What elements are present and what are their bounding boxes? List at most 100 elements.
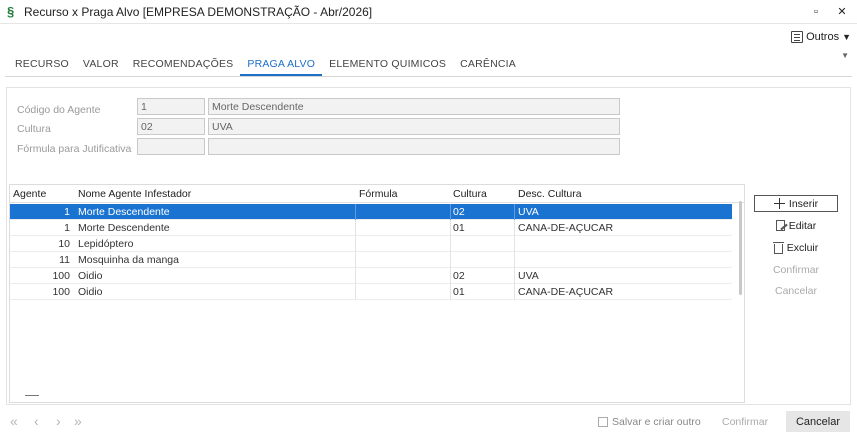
formula-justificativa-label: Fórmula para Jutificativa — [17, 143, 132, 155]
col-divider — [450, 268, 451, 284]
col-divider — [355, 204, 356, 220]
codigo-agente-desc-field: Morte Descendente — [208, 98, 620, 115]
outros-menu-button[interactable]: Outros ▼ — [791, 28, 851, 46]
close-button[interactable]: ✕ — [832, 3, 852, 21]
tab-praga-alvo[interactable]: PRAGA ALVO — [240, 54, 323, 76]
nav-last-icon[interactable]: » — [74, 413, 82, 429]
table-row[interactable]: 11 Mosquinha da manga — [10, 252, 732, 268]
editar-button[interactable]: Editar — [754, 217, 838, 234]
col-nome-header[interactable]: Nome Agente Infestador — [78, 188, 191, 200]
editar-label: Editar — [788, 219, 817, 232]
checkbox-box[interactable] — [598, 417, 608, 427]
tab-recomendacoes[interactable]: RECOMENDAÇÕES — [126, 54, 241, 76]
inserir-button[interactable]: Inserir — [754, 195, 838, 212]
table-row[interactable]: 100 Oidio 01 CANA-DE-AÇUCAR — [10, 284, 732, 300]
col-divider — [514, 284, 515, 300]
cell-desc-cultura: CANA-DE-AÇUCAR — [518, 286, 614, 298]
minimize-button[interactable]: ▫ — [806, 3, 826, 21]
list-icon — [791, 31, 804, 43]
tabs-scroll-icon[interactable]: ▼ — [841, 51, 849, 60]
col-divider — [450, 204, 451, 220]
tabs-divider — [5, 76, 852, 77]
cell-cultura: 02 — [453, 270, 465, 282]
tab-carencia[interactable]: CARÊNCIA — [453, 54, 523, 76]
excluir-button[interactable]: Excluir — [754, 239, 838, 256]
table-row[interactable]: 1 Morte Descendente 02 UVA — [10, 204, 732, 220]
window-title: Recurso x Praga Alvo [EMPRESA DEMONSTRAÇ… — [24, 5, 373, 19]
cell-agente: 11 — [59, 254, 70, 266]
col-divider — [355, 252, 356, 268]
app-logo-icon: § — [7, 4, 15, 19]
cell-nome: Morte Descendente — [78, 206, 170, 218]
confirmar-button[interactable]: Confirmar — [722, 416, 768, 428]
bottom-bar: « ‹ › » Salvar e criar outro Confirmar C… — [0, 410, 857, 435]
cell-nome: Mosquinha da manga — [78, 254, 179, 266]
col-divider — [514, 252, 515, 268]
cancelar-row-button[interactable]: Cancelar — [754, 282, 838, 299]
formula-desc-field — [208, 138, 620, 155]
grid-footer-marker — [25, 395, 39, 396]
cell-cultura: 02 — [453, 206, 465, 218]
title-bar: § Recurso x Praga Alvo [EMPRESA DEMONSTR… — [0, 0, 857, 24]
col-divider — [514, 204, 515, 220]
plus-icon — [773, 198, 785, 209]
cultura-label: Cultura — [17, 123, 51, 135]
excluir-label: Excluir — [786, 241, 819, 254]
salvar-criar-outro-checkbox[interactable]: Salvar e criar outro — [598, 416, 701, 428]
nav-first-icon[interactable]: « — [10, 413, 18, 429]
cell-agente: 1 — [64, 222, 70, 234]
col-divider — [355, 220, 356, 236]
col-divider — [450, 236, 451, 252]
cell-nome: Oidio — [78, 270, 103, 282]
cultura-desc-field: UVA — [208, 118, 620, 135]
col-divider — [450, 252, 451, 268]
cancelar-button[interactable]: Cancelar — [786, 411, 850, 432]
confirmar-row-button[interactable]: Confirmar — [754, 261, 838, 278]
formula-field[interactable] — [137, 138, 205, 155]
outros-label: Outros — [806, 31, 840, 43]
cell-desc-cultura: UVA — [518, 206, 539, 218]
cell-agente: 1 — [64, 206, 70, 218]
nav-prev-icon[interactable]: ‹ — [34, 413, 39, 429]
table-row[interactable]: 10 Lepidóptero — [10, 236, 732, 252]
cultura-field[interactable]: 02 — [137, 118, 205, 135]
cell-desc-cultura: UVA — [518, 270, 539, 282]
col-cultura-header[interactable]: Cultura — [453, 188, 487, 200]
col-divider — [450, 220, 451, 236]
cell-agente: 100 — [52, 286, 70, 298]
cell-cultura: 01 — [453, 222, 465, 234]
grid-scrollbar[interactable] — [739, 201, 742, 295]
salvar-criar-outro-label: Salvar e criar outro — [612, 416, 701, 428]
nav-next-icon[interactable]: › — [56, 413, 61, 429]
tab-elemento-quimicos[interactable]: ELEMENTO QUIMICOS — [322, 54, 453, 76]
cell-nome: Oidio — [78, 286, 103, 298]
tab-bar: RECURSO VALOR RECOMENDAÇÕES PRAGA ALVO E… — [8, 54, 523, 76]
col-agente-header[interactable]: Agente — [13, 188, 46, 200]
tab-recurso[interactable]: RECURSO — [8, 54, 76, 76]
grid-header: Agente Nome Agente Infestador Fórmula Cu… — [10, 185, 744, 203]
tab-valor[interactable]: VALOR — [76, 54, 126, 76]
cell-agente: 100 — [52, 270, 70, 282]
col-divider — [514, 268, 515, 284]
col-divider — [514, 236, 515, 252]
col-desc-cultura-header[interactable]: Desc. Cultura — [518, 188, 582, 200]
cell-cultura: 01 — [453, 286, 465, 298]
cell-nome: Morte Descendente — [78, 222, 170, 234]
edit-icon — [775, 220, 785, 231]
col-divider — [355, 284, 356, 300]
chevron-down-icon: ▼ — [842, 32, 851, 42]
codigo-agente-label: Código do Agente — [17, 104, 101, 116]
pragas-grid: Agente Nome Agente Infestador Fórmula Cu… — [9, 184, 745, 403]
cell-agente: 10 — [58, 238, 70, 250]
codigo-agente-field[interactable]: 1 — [137, 98, 205, 115]
col-divider — [355, 268, 356, 284]
agent-form: Código do Agente 1 Morte Descendente Cul… — [8, 94, 622, 164]
col-formula-header[interactable]: Fórmula — [359, 188, 398, 200]
table-row[interactable]: 100 Oidio 02 UVA — [10, 268, 732, 284]
table-row[interactable]: 1 Morte Descendente 01 CANA-DE-AÇUCAR — [10, 220, 732, 236]
cell-desc-cultura: CANA-DE-AÇUCAR — [518, 222, 614, 234]
trash-icon — [772, 241, 784, 254]
col-divider — [514, 220, 515, 236]
cell-nome: Lepidóptero — [78, 238, 134, 250]
col-divider — [450, 284, 451, 300]
